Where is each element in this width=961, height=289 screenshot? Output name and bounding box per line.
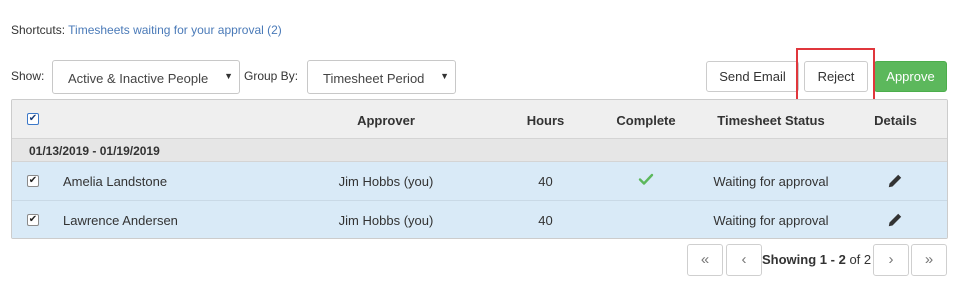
col-hours: Hours — [526, 113, 565, 128]
row-approver: Jim Hobbs (you) — [338, 174, 434, 189]
pencil-icon[interactable] — [887, 173, 903, 189]
show-label: Show: — [11, 69, 45, 83]
row-name: Lawrence Andersen — [63, 213, 178, 228]
group-header-period: 01/13/2019 - 01/19/2019 — [12, 139, 947, 162]
shortcuts-label: Shortcuts: — [11, 23, 66, 37]
showing-label: Showing — [762, 252, 817, 267]
checkmark-icon — [638, 173, 654, 185]
row-status: Waiting for approval — [713, 213, 829, 228]
groupby-label: Group By: — [244, 69, 299, 83]
group-period-label: 01/13/2019 - 01/19/2019 — [29, 144, 160, 158]
show-select[interactable]: Active & Inactive People ▼ — [52, 60, 240, 94]
prev-page-button[interactable]: ‹ — [726, 244, 762, 276]
row-checkbox[interactable]: ✔ — [27, 214, 39, 226]
groupby-select-value: Timesheet Period — [323, 71, 425, 86]
col-approver: Approver — [357, 113, 415, 128]
shortcut-link-waiting-approval[interactable]: Timesheets waiting for your approval (2) — [68, 23, 282, 37]
showing-total: 2 — [863, 252, 872, 267]
last-page-button[interactable]: » — [911, 244, 947, 276]
col-complete: Complete — [616, 113, 676, 128]
pagination-summary: Showing 1 - 2 of 2 — [762, 252, 871, 267]
caret-down-icon: ▼ — [224, 71, 233, 81]
grid-header: ✔ Approver Hours Complete Timesheet Stat… — [12, 100, 947, 139]
pencil-icon[interactable] — [887, 212, 903, 228]
reject-button[interactable]: Reject — [804, 61, 868, 92]
row-approver: Jim Hobbs (you) — [338, 213, 434, 228]
table-row[interactable]: ✔ Lawrence Andersen Jim Hobbs (you) 40 W… — [12, 201, 947, 238]
toolbar: Show: Active & Inactive People ▼ Group B… — [11, 48, 948, 105]
show-select-value: Active & Inactive People — [68, 71, 209, 86]
col-details: Details — [874, 113, 917, 128]
row-hours: 40 — [538, 174, 553, 189]
send-email-button[interactable]: Send Email — [706, 61, 799, 92]
showing-range: 1 - 2 — [819, 252, 846, 267]
first-page-button[interactable]: « — [687, 244, 723, 276]
approve-button[interactable]: Approve — [874, 61, 947, 92]
select-all-checkbox[interactable]: ✔ — [27, 113, 39, 125]
showing-of: of — [849, 252, 861, 267]
row-name: Amelia Landstone — [63, 174, 168, 189]
table-row[interactable]: ✔ Amelia Landstone Jim Hobbs (you) 40 Wa… — [12, 162, 947, 201]
groupby-select[interactable]: Timesheet Period ▼ — [307, 60, 456, 94]
row-hours: 40 — [538, 213, 553, 228]
timesheet-grid: ✔ Approver Hours Complete Timesheet Stat… — [11, 99, 948, 239]
col-timesheet-status: Timesheet Status — [717, 113, 825, 128]
row-checkbox[interactable]: ✔ — [27, 175, 39, 187]
caret-down-icon: ▼ — [440, 71, 449, 81]
row-status: Waiting for approval — [713, 174, 829, 189]
shortcuts-bar: Shortcuts: Timesheets waiting for your a… — [11, 23, 282, 37]
next-page-button[interactable]: › — [873, 244, 909, 276]
